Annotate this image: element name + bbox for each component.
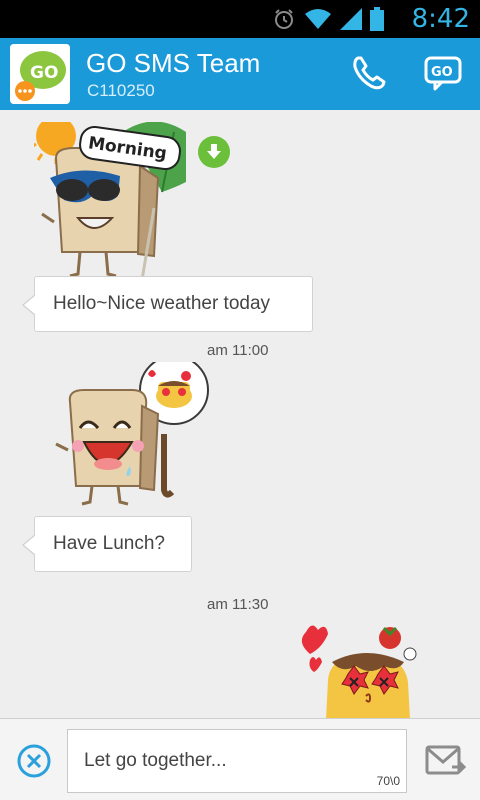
svg-text:GO: GO — [431, 65, 453, 80]
message-list[interactable]: Morning Hello~Nice weather today am 11:0… — [0, 110, 480, 718]
send-mail-icon — [425, 745, 467, 775]
contact-number: C110250 — [87, 81, 155, 100]
message-bubble[interactable]: Have Lunch? — [22, 516, 192, 572]
laughing-toast-sticker[interactable] — [54, 355, 214, 516]
svg-text:GO: GO — [30, 63, 58, 83]
send-button[interactable] — [424, 741, 467, 781]
morning-toast-sticker[interactable]: Morning — [29, 116, 189, 286]
conversation-header: GO GO SMS Team C110250 GO — [0, 38, 480, 110]
wifi-icon — [305, 9, 331, 29]
pudding-love-sticker[interactable] — [286, 620, 426, 718]
go-chat-icon: GO — [424, 56, 462, 91]
message-timestamp: am 11:30 — [207, 596, 269, 613]
call-button[interactable] — [346, 50, 392, 96]
download-sticker-button[interactable] — [198, 136, 230, 168]
message-text: Hello~Nice weather today — [53, 293, 271, 314]
contact-avatar[interactable]: GO — [10, 44, 70, 104]
download-arrow-icon — [207, 144, 221, 159]
character-counter: 70\0 — [376, 774, 400, 788]
status-bar: 8:42 — [0, 0, 480, 38]
close-circle-icon — [17, 744, 51, 778]
message-input-text: Let go together... — [84, 750, 227, 771]
message-text: Have Lunch? — [53, 533, 165, 554]
composer-bar: Let go together... 70\0 — [0, 718, 480, 800]
status-time: 8:42 — [411, 4, 470, 34]
contact-name: GO SMS Team — [86, 48, 261, 78]
battery-icon — [370, 7, 384, 31]
message-input[interactable]: Let go together... 70\0 — [67, 729, 407, 793]
message-timestamp: am 11:00 — [207, 342, 269, 359]
alarm-icon — [275, 9, 293, 29]
go-chat-button[interactable]: GO — [420, 50, 466, 96]
message-bubble[interactable]: Hello~Nice weather today — [22, 276, 313, 332]
phone-icon — [353, 56, 386, 90]
signal-icon — [340, 8, 362, 30]
go-sms-logo-icon: GO — [10, 44, 70, 104]
clear-input-button[interactable] — [16, 743, 52, 779]
